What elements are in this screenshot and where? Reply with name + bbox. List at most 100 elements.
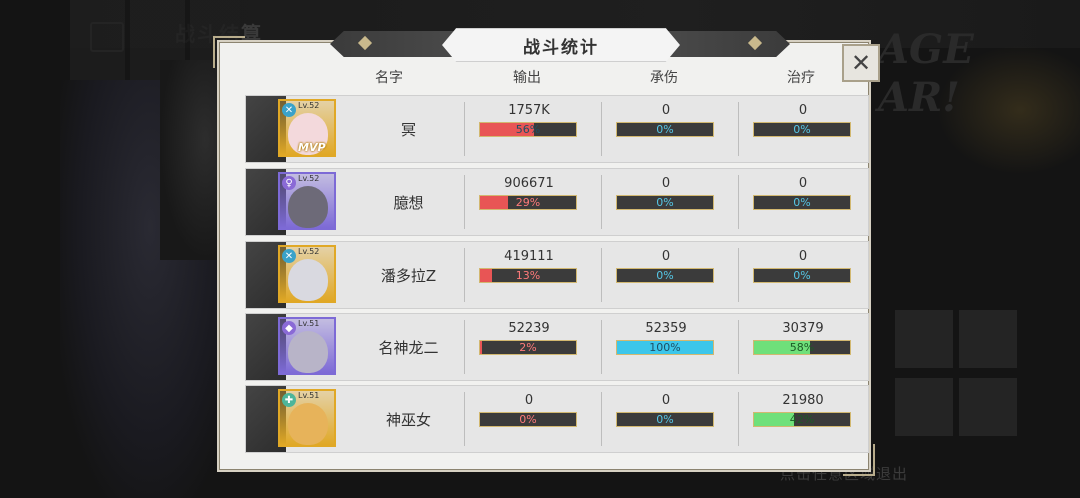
character-face (288, 259, 328, 301)
panel-title-banner: 战斗统计 (330, 27, 790, 62)
damage-value: 1757K (508, 103, 550, 118)
column-divider (601, 320, 602, 374)
damage-percent: 29% (515, 196, 541, 209)
shield-icon: ◆ (282, 321, 296, 335)
damage-value: 419111 (504, 249, 554, 264)
panel-title: 战斗统计 (442, 28, 680, 62)
damage-percent: 13% (515, 269, 541, 282)
heal-value: 0 (798, 249, 808, 264)
heal-value: 0 (798, 176, 808, 191)
column-divider (464, 248, 465, 302)
cross-icon: ✚ (282, 393, 296, 407)
heal-stat: 0 0% (753, 175, 853, 210)
heal-bar: 42% (753, 412, 851, 427)
taken-bar: 0% (616, 268, 714, 283)
damage-bar: 56% (479, 122, 577, 137)
header-healing: 治疗 (787, 70, 815, 86)
character-portrait[interactable]: ◆ Lv.51 (278, 317, 336, 375)
character-face (288, 186, 328, 228)
character-face (288, 331, 328, 373)
stats-column-headers: 名字 输出 承伤 治疗 (245, 67, 867, 89)
taken-stat: 0 0% (616, 175, 716, 210)
character-name: 名神龙二 (378, 339, 439, 357)
stats-row: ♀ Lv.52 臆想 906671 29% 0 0% 0 0% (245, 168, 869, 236)
stats-row: ◆ Lv.51 名神龙二 52239 2% 52359 100% 30379 58% (245, 313, 869, 381)
taken-value: 0 (661, 249, 671, 264)
heal-bar: 0% (753, 268, 851, 283)
damage-bar: 29% (479, 195, 577, 210)
stats-row: ✕ Lv.52 潘多拉Z 419111 13% 0 0% 0 0% (245, 241, 869, 309)
heal-stat: 21980 42% (753, 392, 853, 427)
character-level: Lv.51 (298, 319, 320, 328)
heal-stat: 0 0% (753, 248, 853, 283)
damage-bar: 0% (479, 412, 577, 427)
heal-percent: 58% (789, 341, 815, 354)
column-divider (601, 392, 602, 446)
taken-stat: 0 0% (616, 392, 716, 427)
character-face (288, 403, 328, 445)
heal-bar: 58% (753, 340, 851, 355)
header-damage: 输出 (513, 70, 541, 86)
background-tile (895, 310, 953, 368)
taken-percent: 0% (656, 413, 674, 426)
taken-stat: 52359 100% (616, 320, 716, 355)
character-level: Lv.52 (298, 174, 320, 183)
damage-value: 0 (524, 393, 534, 408)
header-damage-taken: 承伤 (650, 70, 678, 86)
female-icon: ♀ (282, 176, 296, 190)
heal-percent: 42% (789, 413, 815, 426)
column-divider (464, 175, 465, 229)
column-divider (601, 102, 602, 156)
taken-value: 0 (661, 103, 671, 118)
heal-value: 0 (798, 103, 808, 118)
sword-icon: ✕ (282, 103, 296, 117)
character-name: 臆想 (393, 194, 424, 212)
column-divider (601, 175, 602, 229)
character-name: 潘多拉Z (380, 267, 437, 285)
character-name: 冥 (400, 121, 416, 139)
taken-stat: 0 0% (616, 248, 716, 283)
damage-stat: 52239 2% (479, 320, 579, 355)
taken-percent: 0% (656, 269, 674, 282)
taken-value: 0 (661, 176, 671, 191)
stats-row: ✕ Lv.52 MVP 冥 1757K 56% 0 0% 0 0% (245, 95, 869, 163)
damage-percent: 56% (515, 123, 541, 136)
heal-value: 21980 (782, 393, 824, 408)
character-portrait[interactable]: ✕ Lv.52 MVP (278, 99, 336, 157)
damage-stat: 0 0% (479, 392, 579, 427)
taken-bar: 0% (616, 122, 714, 137)
damage-percent: 0% (519, 413, 537, 426)
character-portrait[interactable]: ♀ Lv.52 (278, 172, 336, 230)
character-portrait[interactable]: ✕ Lv.52 (278, 245, 336, 303)
character-level: Lv.51 (298, 391, 320, 400)
heal-stat: 0 0% (753, 102, 853, 137)
column-divider (464, 392, 465, 446)
heal-value: 30379 (782, 321, 824, 336)
column-divider (738, 392, 739, 446)
column-divider (738, 320, 739, 374)
taken-bar: 0% (616, 195, 714, 210)
character-name: 神巫女 (385, 411, 431, 429)
character-portrait[interactable]: ✚ Lv.51 (278, 389, 336, 447)
damage-bar: 2% (479, 340, 577, 355)
taken-percent: 0% (656, 123, 674, 136)
heal-percent: 0% (793, 196, 811, 209)
column-divider (738, 248, 739, 302)
background-banner-text: AGE AR! (878, 26, 974, 121)
taken-bar: 0% (616, 412, 714, 427)
taken-bar: 100% (616, 340, 714, 355)
damage-stat: 419111 13% (479, 248, 579, 283)
panel-corner-ornament (213, 36, 245, 68)
background-tile (895, 378, 953, 436)
column-divider (464, 320, 465, 374)
taken-value: 0 (661, 393, 671, 408)
column-divider (464, 102, 465, 156)
heal-bar: 0% (753, 122, 851, 137)
background-tile (959, 378, 1017, 436)
character-level: Lv.52 (298, 101, 320, 110)
damage-percent: 2% (519, 341, 537, 354)
background-tiles (895, 310, 1025, 450)
damage-value: 52239 (508, 321, 550, 336)
stats-row: ✚ Lv.51 神巫女 0 0% 0 0% 21980 42% (245, 385, 869, 453)
damage-stat: 906671 29% (479, 175, 579, 210)
